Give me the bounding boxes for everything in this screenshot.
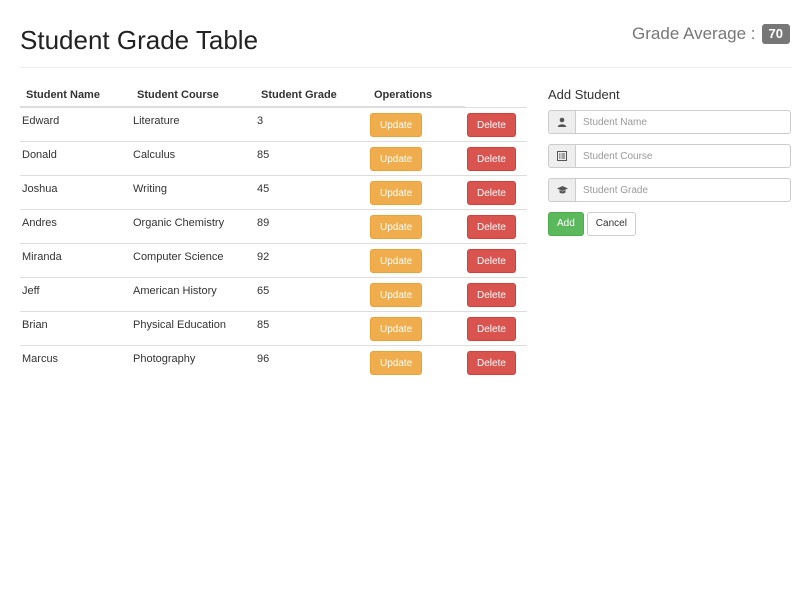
table-row: Brian Physical Education 85 Update Delete: [20, 310, 527, 345]
table-header-row: Student Name Student Course Student Grad…: [20, 84, 527, 108]
grade-average: Grade Average : 70: [632, 24, 790, 44]
student-grade-cell: 85: [255, 140, 368, 175]
student-course-cell: American History: [131, 276, 255, 311]
user-icon: [548, 110, 575, 134]
student-course-input[interactable]: [575, 144, 791, 168]
student-name-cell: Jeff: [20, 276, 131, 311]
student-name-cell: Marcus: [20, 344, 131, 379]
student-name-cell: Edward: [22, 115, 60, 127]
update-cell: Update: [368, 310, 465, 345]
delete-cell: Delete: [465, 276, 527, 311]
student-grade-cell: 89: [255, 208, 368, 243]
delete-cell: Delete: [465, 208, 527, 243]
delete-cell: Delete: [465, 310, 527, 345]
update-button[interactable]: Update: [370, 214, 423, 239]
student-name-cell: Brian: [20, 310, 131, 345]
student-name-cell: Miranda: [20, 242, 131, 277]
student-course-cell: Calculus: [131, 140, 255, 175]
student-name-cell: Joshua: [20, 174, 131, 209]
table-row: Joshua Writing 45 Update Delete: [20, 174, 527, 209]
student-course-cell: Writing: [131, 174, 255, 209]
student-course-group: [548, 144, 791, 168]
delete-button[interactable]: Delete: [467, 282, 516, 307]
student-name-input[interactable]: [575, 110, 791, 134]
student-name-group: [548, 110, 791, 134]
delete-button[interactable]: Delete: [467, 350, 516, 375]
cancel-button[interactable]: Cancel: [586, 212, 636, 236]
student-grade-cell: 85: [255, 310, 368, 345]
student-grade-cell: 96: [255, 344, 368, 379]
update-cell: Update: [368, 140, 465, 175]
update-button[interactable]: Update: [370, 180, 423, 205]
student-grade-cell: 92: [255, 242, 368, 277]
student-grade-group: [548, 178, 791, 202]
student-grade-cell: 45: [255, 174, 368, 209]
student-name-cell: Donald: [20, 140, 131, 175]
page: Student Grade Table Grade Average : 70 S…: [0, 0, 800, 600]
column-header-grade: Student Grade: [255, 84, 368, 108]
grades-table: Student Name Student Course Student Grad…: [20, 84, 527, 379]
delete-cell: Delete: [465, 107, 527, 141]
update-cell: Update: [368, 276, 465, 311]
add-button[interactable]: Add: [548, 212, 584, 236]
delete-button[interactable]: Delete: [467, 146, 516, 171]
update-button[interactable]: Update: [370, 248, 423, 273]
list-alt-icon: [548, 144, 575, 168]
update-cell: Update: [368, 107, 465, 141]
table-row: Edward Literature 3 Update Delete: [20, 107, 527, 141]
delete-button[interactable]: Delete: [467, 248, 516, 273]
form-buttons: Add Cancel: [548, 212, 791, 236]
add-student-title: Add Student: [548, 87, 620, 102]
graduation-cap-icon: [548, 178, 575, 202]
column-header-blank: [465, 84, 527, 108]
update-cell: Update: [368, 174, 465, 209]
delete-button[interactable]: Delete: [467, 316, 516, 341]
page-title: Student Grade Table: [20, 25, 259, 55]
student-course-cell: Computer Science: [131, 242, 255, 277]
table-row: Jeff American History 65 Update Delete: [20, 276, 527, 311]
column-header-course: Student Course: [131, 84, 255, 108]
table-row: Miranda Computer Science 92 Update Delete: [20, 242, 527, 277]
student-course-cell: Literature: [133, 115, 180, 127]
add-student-panel: Add Student Add Cancel: [548, 86, 791, 236]
student-course-cell: Photography: [131, 344, 255, 379]
delete-cell: Delete: [465, 174, 527, 209]
delete-button[interactable]: Delete: [467, 180, 516, 205]
grade-average-badge: 70: [761, 24, 790, 44]
delete-cell: Delete: [465, 344, 527, 379]
column-header-name: Student Name: [20, 84, 131, 108]
table-row: Donald Calculus 85 Update Delete: [20, 140, 527, 175]
delete-button[interactable]: Delete: [467, 112, 516, 137]
student-grade-cell: 65: [255, 276, 368, 311]
delete-cell: Delete: [465, 242, 527, 277]
update-button[interactable]: Update: [370, 316, 423, 341]
update-cell: Update: [368, 344, 465, 379]
header-divider: [20, 67, 792, 68]
student-grade-input[interactable]: [575, 178, 791, 202]
student-course-cell: Physical Education: [131, 310, 255, 345]
update-button[interactable]: Update: [370, 146, 423, 171]
update-cell: Update: [368, 242, 465, 277]
grade-average-label: Grade Average :: [632, 24, 756, 43]
student-grade-cell: 3: [257, 115, 264, 127]
student-name-cell: Andres: [20, 208, 131, 243]
grades-body: Edward Literature 3 Update Delete Donald Calcu…: [20, 107, 527, 379]
table-row: Andres Organic Chemistry 89 Update Delete: [20, 208, 527, 243]
column-header-operations: Operations: [368, 84, 465, 108]
update-button[interactable]: Update: [370, 282, 423, 307]
table-row: Marcus Photography 96 Update Delete: [20, 344, 527, 379]
delete-cell: Delete: [465, 140, 527, 175]
update-button[interactable]: Update: [370, 350, 423, 375]
delete-button[interactable]: Delete: [467, 214, 516, 239]
student-course-cell: Organic Chemistry: [131, 208, 255, 243]
update-button[interactable]: Update: [370, 113, 423, 137]
update-cell: Update: [368, 208, 465, 243]
